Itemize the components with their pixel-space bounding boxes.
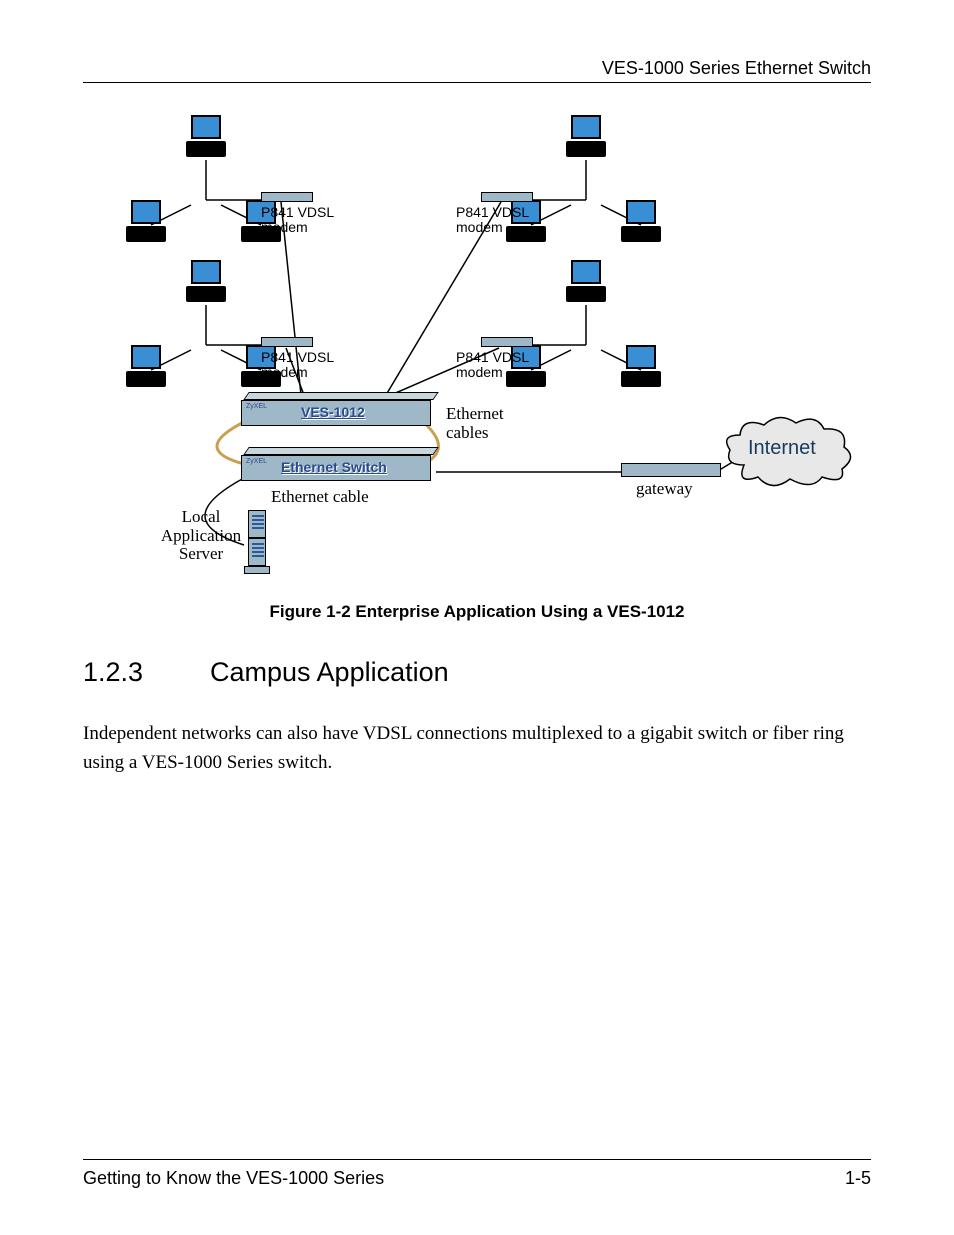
server-icon	[248, 538, 266, 566]
internet-label: Internet	[748, 437, 816, 460]
eth-switch-top	[243, 447, 439, 455]
server-icon	[248, 510, 266, 538]
section-number: 1.2.3	[83, 657, 143, 688]
header-product: VES-1000 Series Ethernet Switch	[602, 58, 871, 79]
gateway-icon	[621, 463, 721, 477]
modem-icon	[261, 337, 313, 347]
figure-caption: Figure 1-2 Enterprise Application Using …	[0, 602, 954, 622]
eth-switch-label: Ethernet Switch	[281, 459, 387, 475]
ves-switch-top	[243, 392, 439, 400]
modem-label-bl: P841 VDSL modem	[261, 350, 334, 381]
section-title: Campus Application	[210, 657, 449, 688]
ves-switch-label: VES-1012	[301, 404, 365, 420]
footer-rule	[83, 1159, 871, 1160]
brand-label: ZyXEL	[246, 458, 267, 465]
modem-label-tl: P841 VDSL modem	[261, 205, 334, 236]
gateway-label: gateway	[636, 480, 693, 499]
page: VES-1000 Series Ethernet Switch	[0, 0, 954, 1235]
modem-label-tr: P841 VDSL modem	[456, 205, 529, 236]
server-base-icon	[244, 566, 270, 574]
eth-cables-label: Ethernet cables	[446, 405, 504, 442]
modem-icon	[481, 192, 533, 202]
brand-label: ZyXEL	[246, 403, 267, 410]
local-server-label: Local Application Server	[156, 508, 246, 564]
modem-icon	[481, 337, 533, 347]
header-rule	[83, 82, 871, 83]
footer-chapter: Getting to Know the VES-1000 Series	[83, 1168, 384, 1189]
body-paragraph: Independent networks can also have VDSL …	[83, 720, 871, 777]
modem-icon	[261, 192, 313, 202]
modem-label-br: P841 VDSL modem	[456, 350, 529, 381]
figure-diagram: P841 VDSL modem P841 VDSL modem P841 VDS…	[126, 110, 866, 584]
footer-page-number: 1-5	[845, 1168, 871, 1189]
eth-cable-label: Ethernet cable	[271, 488, 369, 507]
